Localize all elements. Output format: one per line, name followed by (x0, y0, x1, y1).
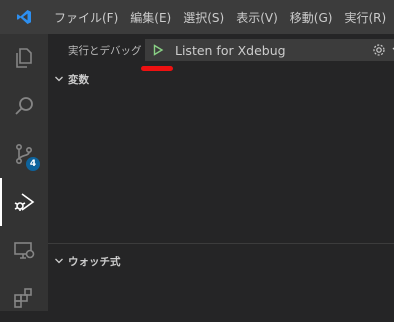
chevron-down-icon (54, 256, 64, 266)
gear-icon[interactable] (371, 42, 387, 58)
watch-section-label: ウォッチ式 (68, 255, 121, 268)
extensions-icon[interactable] (0, 274, 48, 322)
search-icon[interactable] (0, 82, 48, 130)
menu-go[interactable]: 移動(G) (284, 0, 339, 34)
run-and-debug-sidebar: 実行とデバッグ Listen for Xdebug 変数 ウォッチ式 (48, 34, 394, 311)
menu-selection[interactable]: 選択(S) (177, 0, 230, 34)
source-control-icon[interactable]: 4 (0, 130, 48, 178)
remote-explorer-icon[interactable] (0, 226, 48, 274)
section-divider (48, 243, 394, 244)
activity-bar: 4 (0, 34, 48, 311)
run-debug-icon[interactable] (0, 178, 48, 226)
watch-section-header[interactable]: ウォッチ式 (48, 251, 394, 271)
menu-edit[interactable]: 編集(E) (124, 0, 177, 34)
variables-section-label: 変数 (68, 73, 89, 86)
variables-section-header[interactable]: 変数 (48, 69, 394, 89)
menu-file[interactable]: ファイル(F) (48, 0, 124, 34)
debug-title: 実行とデバッグ (68, 44, 142, 57)
chevron-down-icon (54, 74, 64, 84)
debug-configuration-select[interactable]: Listen for Xdebug (145, 39, 394, 61)
debug-configuration-name: Listen for Xdebug (175, 42, 286, 58)
start-debugging-icon[interactable] (151, 43, 165, 57)
menu-view[interactable]: 表示(V) (230, 0, 284, 34)
menu-bar: ファイル(F) 編集(E) 選択(S) 表示(V) 移動(G) 実行(R) (0, 0, 394, 34)
source-control-badge: 4 (26, 157, 40, 171)
menu-run[interactable]: 実行(R) (338, 0, 392, 34)
explorer-icon[interactable] (0, 34, 48, 82)
vscode-logo-icon (0, 0, 48, 34)
